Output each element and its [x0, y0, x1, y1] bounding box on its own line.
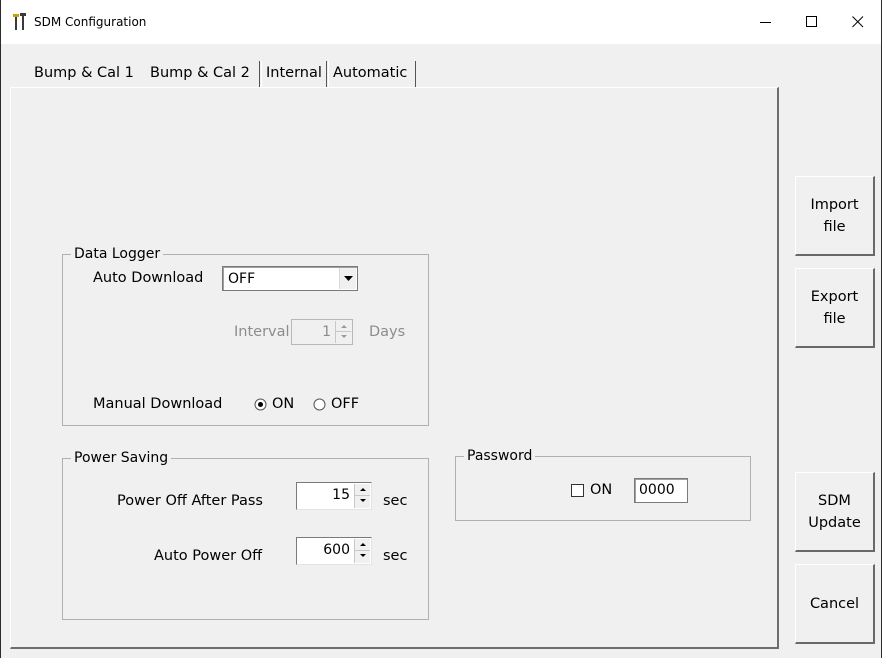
- manual-download-label: Manual Download: [93, 396, 223, 412]
- tab-divider: [326, 61, 327, 87]
- arrow-down-icon: [360, 554, 366, 557]
- import-file-label: Import file: [810, 196, 859, 235]
- auto-power-off-stepper[interactable]: 600: [296, 537, 372, 565]
- interval-value: 1: [322, 324, 331, 340]
- export-file-button[interactable]: Export file: [795, 268, 875, 348]
- title-bar: SDM Configuration: [1, 0, 881, 44]
- spin-up-arrow[interactable]: [355, 539, 370, 551]
- spin-down-arrow[interactable]: [336, 332, 351, 343]
- window-title: SDM Configuration: [34, 15, 147, 29]
- power-off-after-pass-unit: sec: [383, 493, 408, 509]
- power-saving-group: Power Saving: [62, 449, 429, 620]
- close-icon: [852, 16, 864, 28]
- cancel-label: Cancel: [809, 595, 860, 612]
- manual-download-on-label: ON: [272, 396, 295, 412]
- tab-bump-cal-2[interactable]: Bump & Cal 2: [146, 60, 254, 88]
- import-file-button[interactable]: Import file: [795, 176, 875, 256]
- manual-download-on-radio[interactable]: [254, 398, 267, 411]
- auto-power-off-label: Auto Power Off: [154, 548, 263, 564]
- spin-down-arrow[interactable]: [355, 496, 370, 508]
- password-input[interactable]: [634, 478, 688, 503]
- interval-unit: Days: [369, 324, 406, 340]
- spin-down-arrow[interactable]: [355, 551, 370, 563]
- auto-download-select[interactable]: OFF: [222, 266, 358, 291]
- interval-label: Interval: [234, 324, 290, 340]
- arrow-up-icon: [341, 325, 347, 328]
- app-icon: [13, 13, 27, 31]
- power-off-after-pass-label: Power Off After Pass: [117, 493, 263, 509]
- tab-internal[interactable]: Internal: [262, 60, 326, 88]
- manual-download-off-radio[interactable]: [313, 398, 326, 411]
- maximize-button[interactable]: [789, 0, 835, 44]
- auto-power-off-value: 600: [323, 542, 350, 558]
- password-field[interactable]: [639, 482, 679, 498]
- sdm-configuration-window: SDM Configuration Bump & Cal 1 Bump & Ca…: [0, 0, 882, 658]
- tab-divider: [415, 61, 416, 87]
- maximize-icon: [806, 16, 817, 27]
- arrow-down-icon: [341, 335, 347, 338]
- dropdown-button[interactable]: [339, 268, 356, 289]
- arrow-down-icon: [360, 499, 366, 502]
- power-saving-title: Power Saving: [71, 449, 172, 467]
- data-logger-title: Data Logger: [71, 245, 164, 263]
- interval-stepper[interactable]: 1: [291, 319, 353, 345]
- password-on-checkbox[interactable]: [571, 484, 584, 497]
- auto-download-label: Auto Download: [93, 270, 204, 286]
- close-button[interactable]: [835, 0, 881, 44]
- spin-up-arrow[interactable]: [355, 484, 370, 496]
- arrow-up-icon: [360, 543, 366, 546]
- spin-up-arrow[interactable]: [336, 321, 351, 332]
- password-title: Password: [464, 447, 536, 465]
- minimize-icon: [760, 22, 771, 23]
- sdm-update-label: SDM Update: [808, 492, 861, 531]
- minimize-button[interactable]: [743, 0, 789, 44]
- auto-power-off-unit: sec: [383, 548, 408, 564]
- manual-download-off-label: OFF: [331, 396, 360, 412]
- power-off-after-pass-value: 15: [332, 487, 350, 503]
- tab-divider: [259, 61, 260, 87]
- power-off-after-pass-stepper[interactable]: 15: [296, 482, 372, 510]
- sdm-update-button[interactable]: SDM Update: [795, 472, 875, 552]
- password-on-label: ON: [590, 482, 613, 498]
- tab-automatic[interactable]: Automatic: [329, 60, 411, 88]
- cancel-button[interactable]: Cancel: [795, 564, 875, 644]
- auto-download-value: OFF: [228, 271, 256, 287]
- export-file-label: Export file: [810, 288, 859, 327]
- tab-bump-cal-1[interactable]: Bump & Cal 1: [30, 60, 138, 88]
- arrow-up-icon: [360, 488, 366, 491]
- chevron-down-icon: [344, 276, 353, 281]
